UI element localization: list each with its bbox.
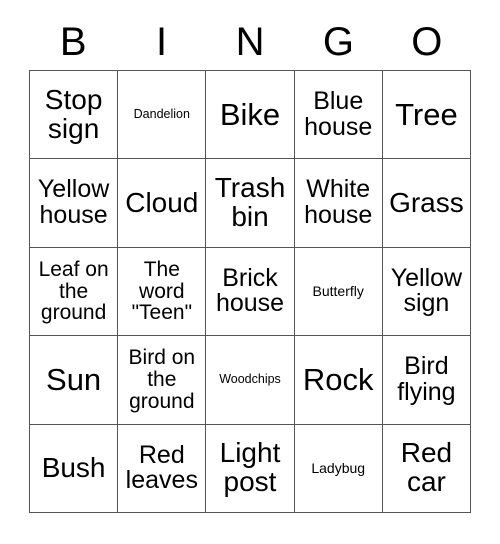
bingo-cell[interactable]: White house <box>294 159 383 248</box>
bingo-cell[interactable]: Bird flying <box>382 336 472 425</box>
bingo-header-letter-n: N <box>235 20 265 64</box>
bingo-cell[interactable]: Yellow house <box>30 159 119 248</box>
bingo-cell-label: Grass <box>389 186 464 218</box>
bingo-cell[interactable]: Ladybug <box>294 424 383 513</box>
bingo-cell[interactable]: The word "Teen" <box>118 247 207 337</box>
bingo-cell[interactable]: Grass <box>382 159 472 248</box>
bingo-cell-label: Red leaves <box>125 440 198 495</box>
bingo-cell-label: The word "Teen" <box>131 258 193 325</box>
bingo-header-row: B I N G O <box>29 14 471 70</box>
bingo-cell-label: Ladybug <box>311 460 366 477</box>
bingo-cell-label: Yellow sign <box>390 263 463 318</box>
bingo-row: Sun Bird on the ground Woodchips Rock Bi… <box>30 336 472 425</box>
bingo-cell[interactable]: Yellow sign <box>382 247 472 337</box>
bingo-header-letter-b: B <box>59 20 87 64</box>
bingo-cell-label: Rock <box>302 361 374 397</box>
bingo-cell-label: Red car <box>400 437 453 498</box>
bingo-cell-label: Trash bin <box>214 172 286 233</box>
bingo-cell[interactable]: Rock <box>294 336 383 425</box>
bingo-cell[interactable]: Bike <box>206 71 295 160</box>
bingo-cell[interactable]: Tree <box>382 71 472 160</box>
bingo-grid: Stop sign Dandelion Bike Blue house Tree… <box>29 70 472 513</box>
bingo-cell[interactable]: Bird on the ground <box>118 336 207 425</box>
bingo-cell-label: Cloud <box>125 186 199 218</box>
bingo-cell-label: Brick house <box>215 263 285 318</box>
bingo-row: Leaf on the ground The word "Teen" Brick… <box>30 247 472 337</box>
bingo-cell[interactable]: Blue house <box>294 71 383 160</box>
bingo-cell-label: Tree <box>395 96 458 132</box>
bingo-cell[interactable]: Bush <box>30 424 119 513</box>
bingo-cell[interactable]: Sun <box>30 336 119 425</box>
bingo-cell-label: Sun <box>46 361 102 397</box>
bingo-header-letter-i: I <box>156 20 168 64</box>
bingo-cell[interactable]: Butterfly <box>294 247 383 337</box>
bingo-cell-label: Dandelion <box>133 107 190 122</box>
bingo-cell-label: Butterfly <box>312 283 364 300</box>
bingo-cell[interactable]: Red car <box>382 424 472 513</box>
bingo-cell[interactable]: Dandelion <box>118 71 207 160</box>
bingo-cell-label: Bird on the ground <box>128 346 196 413</box>
bingo-cell[interactable]: Trash bin <box>206 159 295 248</box>
bingo-cell-label: Blue house <box>304 86 373 141</box>
bingo-cell-label: White house <box>304 175 373 230</box>
bingo-cell[interactable]: Stop sign <box>30 71 119 160</box>
bingo-cell-label: Yellow house <box>37 175 110 230</box>
bingo-cell-label: Stop sign <box>44 83 103 144</box>
bingo-cell[interactable]: Red leaves <box>118 424 207 513</box>
bingo-header-letter-o: O <box>411 20 443 64</box>
bingo-header-letter-g: G <box>322 20 354 64</box>
bingo-row: Stop sign Dandelion Bike Blue house Tree <box>30 71 472 160</box>
bingo-cell[interactable]: Light post <box>206 424 295 513</box>
bingo-cell-label: Woodchips <box>219 372 281 387</box>
bingo-cell[interactable]: Woodchips <box>206 336 295 425</box>
bingo-cell-label: Leaf on the ground <box>38 258 109 325</box>
bingo-cell-label: Bike <box>219 96 281 132</box>
bingo-card: B I N G O Stop sign Dandelion Bike Blue … <box>29 14 472 513</box>
bingo-cell-label: Bird flying <box>397 352 456 406</box>
bingo-cell-label: Light post <box>219 437 281 498</box>
bingo-cell-label: Bush <box>41 451 106 483</box>
bingo-row: Bush Red leaves Light post Ladybug Red c… <box>30 424 472 513</box>
bingo-row: Yellow house Cloud Trash bin White house… <box>30 159 472 248</box>
bingo-cell[interactable]: Brick house <box>206 247 295 337</box>
bingo-cell[interactable]: Leaf on the ground <box>30 247 119 337</box>
bingo-cell[interactable]: Cloud <box>118 159 207 248</box>
